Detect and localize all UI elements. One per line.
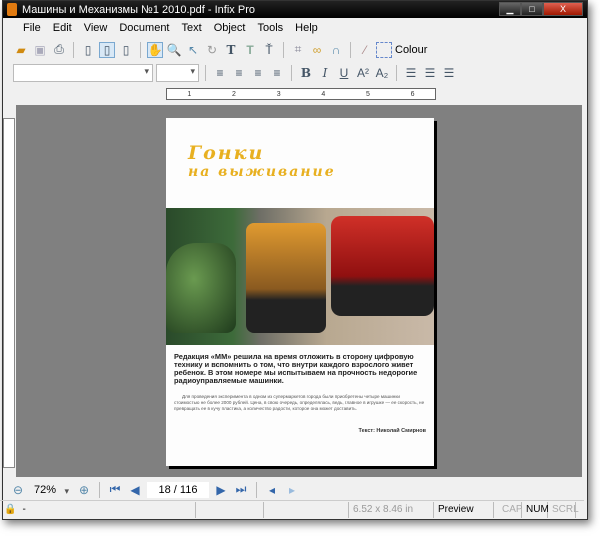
first-page-icon[interactable]: ⏮: [107, 482, 123, 498]
article-body: Для проведения эксперимента в одном из с…: [174, 394, 425, 411]
save-icon[interactable]: ▣: [32, 42, 48, 58]
hand-tool-icon[interactable]: ✋: [147, 41, 163, 58]
article-title-line2: на выживание: [188, 164, 336, 180]
menu-view[interactable]: View: [78, 22, 114, 34]
page-number-input[interactable]: 18 / 116: [147, 481, 209, 498]
line-spacing-3-icon[interactable]: ☰: [441, 65, 457, 81]
menu-bar: File Edit View Document Text Object Tool…: [3, 18, 587, 38]
mode-indicator: Preview: [434, 501, 494, 518]
status-lock: 🔒 -: [0, 501, 196, 518]
ruler-tick: 6: [410, 90, 415, 98]
main-toolbar: ▰ ▣ ⎙ ▯ ▯ ▯ ✋ 🔍 ↖ ↻ T T Ť ⌗ ∞ ∩ ⁄ Colour: [3, 38, 587, 61]
line-spacing-1-icon[interactable]: ☰: [403, 65, 419, 81]
format-toolbar: ≡ ≡ ≡ ≡ B I U A² A₂ ☰ ☰ ☰: [3, 61, 587, 84]
lock-icon: 🔒: [4, 503, 17, 515]
open-icon[interactable]: ▰: [13, 42, 29, 58]
menu-edit[interactable]: Edit: [47, 22, 78, 34]
ruler-tick: 3: [276, 90, 281, 98]
subscript-icon[interactable]: A₂: [374, 65, 390, 81]
line-spacing-2-icon[interactable]: ☰: [422, 65, 438, 81]
single-page-icon[interactable]: ▯: [80, 42, 96, 58]
article-header: Гонки на выживание: [166, 118, 434, 208]
forward-icon[interactable]: ▸: [284, 482, 300, 498]
text-tool-icon[interactable]: T: [223, 42, 239, 58]
rotate-icon[interactable]: ↻: [204, 42, 220, 58]
num-indicator: NUM: [522, 501, 549, 518]
window-title: Машины и Механизмы №1 2010.pdf - Infix P…: [22, 3, 255, 16]
horizontal-ruler: 1 2 3 4 5 6: [166, 88, 436, 100]
justify-icon[interactable]: ≡: [269, 65, 285, 81]
text-numbering-icon[interactable]: Ť: [261, 42, 277, 58]
path-icon[interactable]: ∩: [328, 42, 344, 58]
colour-label[interactable]: Colour: [395, 44, 427, 56]
zoom-in-icon[interactable]: ⊕: [76, 482, 92, 498]
menu-tools[interactable]: Tools: [251, 22, 289, 34]
zoom-tool-icon[interactable]: 🔍: [166, 42, 182, 58]
print-icon[interactable]: ⎙: [51, 42, 67, 58]
ruler-tick: 1: [187, 90, 192, 98]
status-empty: [196, 501, 264, 518]
zoom-select[interactable]: 72%: [30, 480, 72, 500]
ruler-tick: 5: [366, 90, 370, 98]
zoom-out-icon[interactable]: ⊖: [10, 482, 26, 498]
article-title-line1: Гонки: [188, 142, 265, 164]
colour-swatch-icon[interactable]: [376, 41, 392, 58]
italic-icon[interactable]: I: [317, 65, 333, 81]
font-family-select[interactable]: [13, 63, 153, 82]
menu-object[interactable]: Object: [208, 22, 252, 34]
crop-icon[interactable]: ⌗: [290, 42, 306, 58]
align-right-icon[interactable]: ≡: [250, 65, 266, 81]
menu-file[interactable]: File: [17, 22, 47, 34]
underline-icon[interactable]: U: [336, 65, 352, 81]
page-size: 6.52 x 8.46 in: [349, 501, 434, 518]
scroll-indicator: SCRL: [548, 501, 579, 518]
fit-page-icon[interactable]: ▯: [99, 41, 115, 58]
select-arrow-icon[interactable]: ↖: [185, 42, 201, 58]
status-empty-2: [264, 501, 349, 518]
align-center-icon[interactable]: ≡: [231, 65, 247, 81]
eyedropper-icon[interactable]: ⁄: [357, 42, 373, 58]
title-bar: Машины и Механизмы №1 2010.pdf - Infix P…: [3, 1, 587, 18]
last-page-icon[interactable]: ⏭: [233, 482, 249, 498]
app-icon: [7, 3, 17, 16]
bold-icon[interactable]: B: [298, 65, 314, 81]
next-page-icon[interactable]: ▶: [213, 482, 229, 498]
back-icon[interactable]: ◂: [264, 482, 280, 498]
fit-width-icon[interactable]: ▯: [118, 42, 134, 58]
superscript-icon[interactable]: A²: [355, 65, 371, 81]
add-text-icon[interactable]: T: [242, 42, 258, 58]
menu-text[interactable]: Text: [176, 22, 208, 34]
menu-document[interactable]: Document: [113, 22, 175, 34]
maximize-button[interactable]: □: [521, 2, 543, 16]
prev-page-icon[interactable]: ◀: [127, 482, 143, 498]
navigation-toolbar: ⊖ 72% ⊕ ⏮ ◀ 18 / 116 ▶ ⏭ ◂ ▸: [0, 479, 380, 500]
document-canvas[interactable]: Гонки на выживание Редакция «ММ» решила …: [16, 105, 582, 477]
close-button[interactable]: X: [543, 2, 583, 16]
status-bar: 🔒 - 6.52 x 8.46 in Preview CAP NUM SCRL: [0, 500, 584, 518]
menu-help[interactable]: Help: [289, 22, 324, 34]
link-icon[interactable]: ∞: [309, 42, 325, 58]
caps-indicator: CAP: [498, 501, 523, 518]
pdf-page[interactable]: Гонки на выживание Редакция «ММ» решила …: [166, 118, 434, 466]
toy-cars-photo: [166, 208, 434, 345]
align-left-icon[interactable]: ≡: [212, 65, 228, 81]
minimize-button[interactable]: ▁: [499, 2, 521, 16]
vertical-ruler: [3, 118, 15, 468]
ruler-tick: 4: [321, 90, 326, 98]
article-author: Текст: Николай Смирнов: [358, 428, 427, 434]
font-size-select[interactable]: [156, 63, 199, 82]
ruler-tick: 2: [232, 90, 236, 98]
article-lead: Редакция «ММ» решила на время отложить в…: [174, 352, 418, 385]
